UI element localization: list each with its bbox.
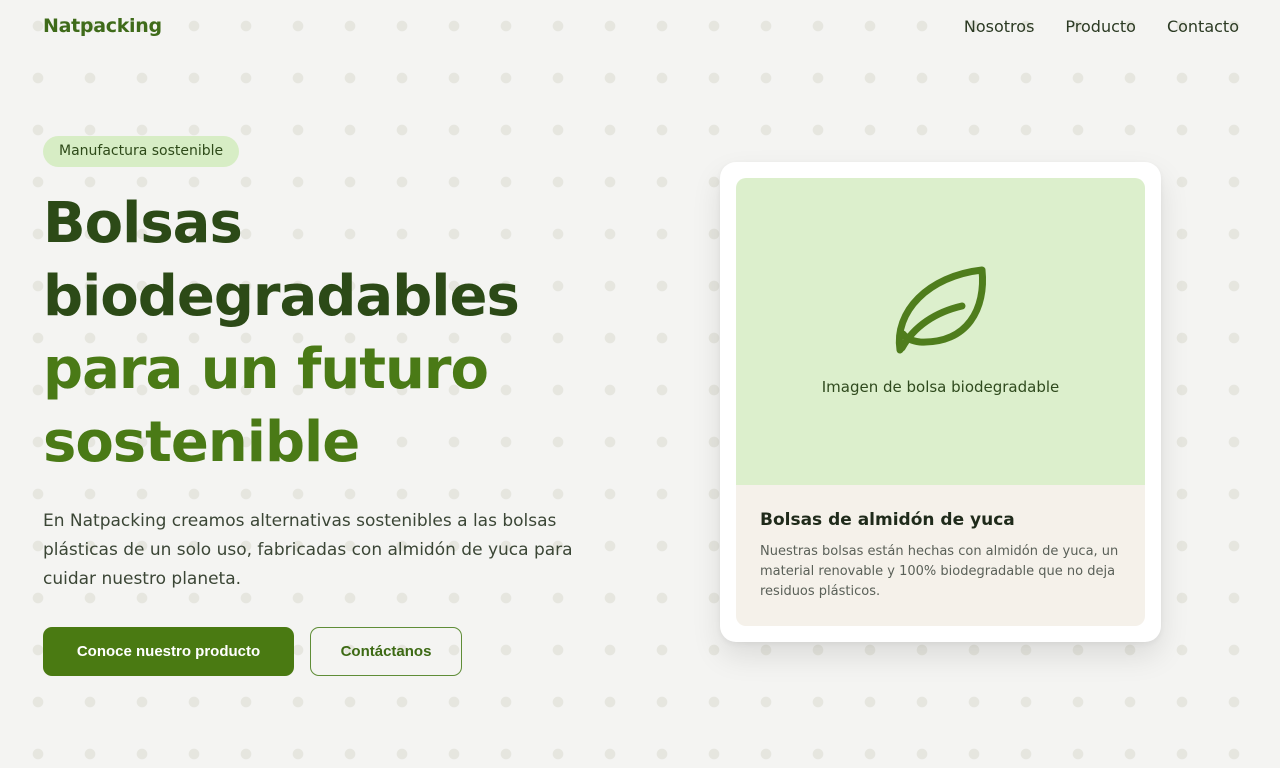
product-image-placeholder: Imagen de bolsa biodegradable: [736, 178, 1145, 485]
hero-title-line-3: para un futuro: [43, 337, 489, 402]
hero-buttons: Conoce nuestro producto Contáctanos: [43, 627, 643, 676]
nav-links: Nosotros Producto Contacto: [933, 17, 1239, 36]
hero-section: Manufactura sostenible Bolsas biodegrada…: [43, 136, 643, 676]
hero-description: En Natpacking creamos alternativas soste…: [43, 511, 573, 589]
nav-link-contacto[interactable]: Contacto: [1167, 17, 1239, 36]
top-navbar: Natpacking Nosotros Producto Contacto: [0, 0, 1280, 56]
product-card-title: Bolsas de almidón de yuca: [760, 510, 1015, 530]
hero-title-line-1: Bolsas: [43, 191, 243, 256]
product-card-body: Bolsas de almidón de yuca Nuestras bolsa…: [736, 485, 1145, 626]
learn-product-button[interactable]: Conoce nuestro producto: [43, 627, 294, 676]
product-card: Imagen de bolsa biodegradable Bolsas de …: [720, 162, 1161, 642]
brand-logo[interactable]: Natpacking: [43, 15, 162, 37]
image-caption: Imagen de bolsa biodegradable: [821, 378, 1060, 396]
hero-title: Bolsas biodegradables para un futuro sos…: [43, 187, 643, 479]
contact-button[interactable]: Contáctanos: [310, 627, 462, 676]
nav-link-producto[interactable]: Producto: [1065, 17, 1136, 36]
hero-title-line-4: sostenible: [43, 410, 360, 475]
hero-title-line-2: biodegradables: [43, 264, 520, 329]
product-card-text: Nuestras bolsas están hechas con almidón…: [760, 544, 1119, 599]
hero-badge: Manufactura sostenible: [43, 136, 240, 167]
leaf-icon: [895, 266, 987, 354]
nav-link-nosotros[interactable]: Nosotros: [964, 17, 1035, 36]
